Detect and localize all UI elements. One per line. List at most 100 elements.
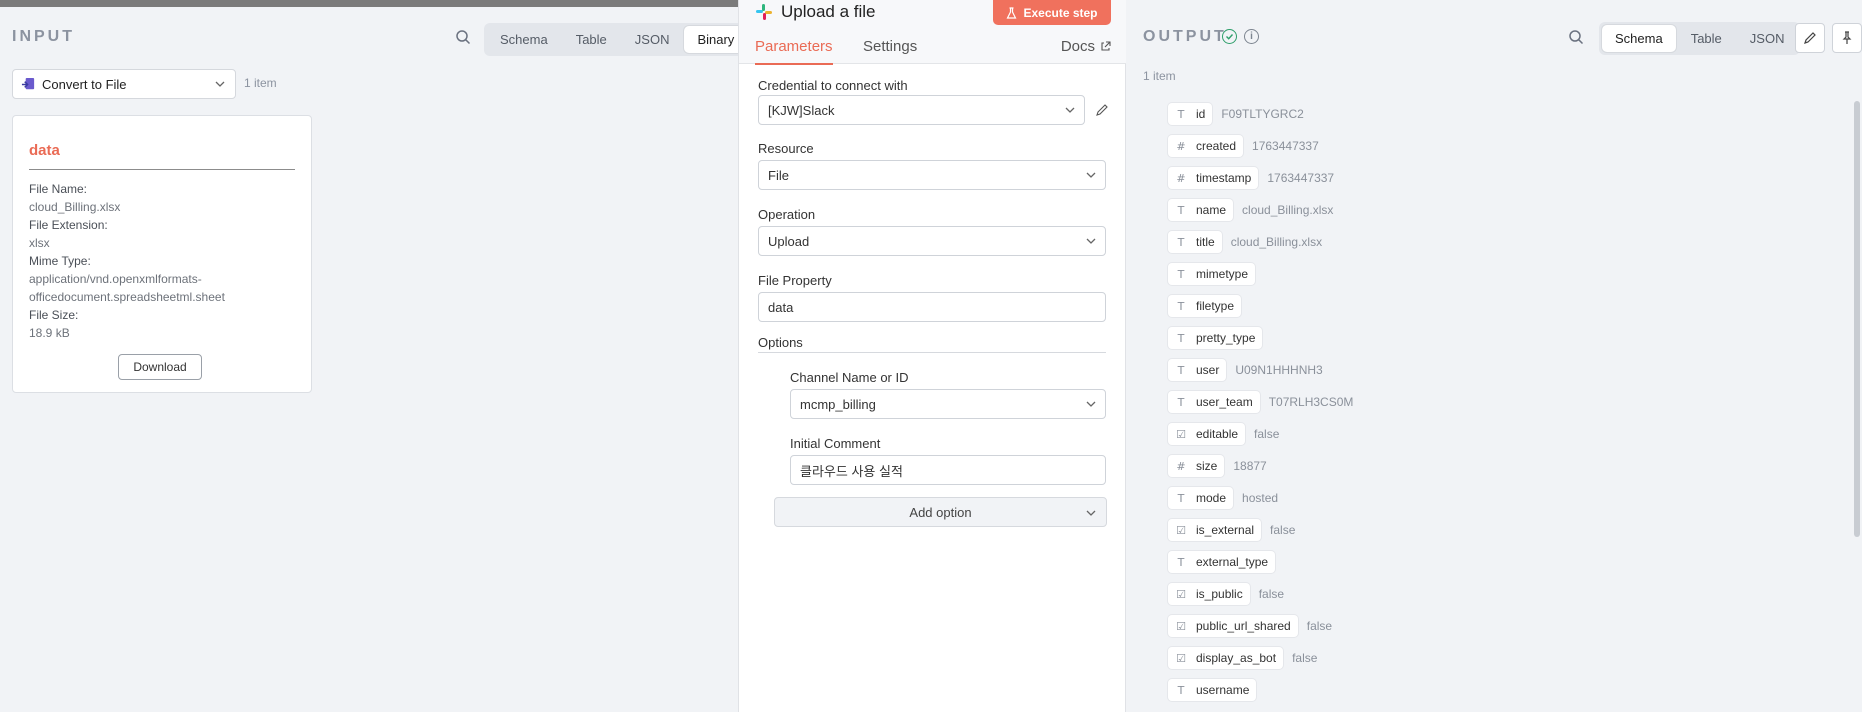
schema-row[interactable]: Texternal_type <box>1168 549 1284 575</box>
input-tab-table[interactable]: Table <box>563 26 620 53</box>
schema-row[interactable]: Tmimetype <box>1168 261 1264 287</box>
schema-field-pill[interactable]: Tusername <box>1168 679 1257 701</box>
add-option-label: Add option <box>909 504 972 520</box>
schema-field-pill[interactable]: # created <box>1168 135 1244 157</box>
edit-credential-icon[interactable] <box>1091 99 1113 121</box>
tab-settings[interactable]: Settings <box>863 38 917 63</box>
output-tab-schema[interactable]: Schema <box>1602 25 1676 52</box>
schema-field-key: size <box>1196 459 1218 473</box>
schema-row[interactable]: Tusername <box>1168 677 1265 703</box>
schema-row[interactable]: ☑ is_external false <box>1168 517 1295 543</box>
output-tab-json[interactable]: JSON <box>1737 25 1798 52</box>
schema-field-pill[interactable]: Texternal_type <box>1168 551 1276 573</box>
mime-type-label: Mime Type: <box>29 254 91 268</box>
schema-row[interactable]: Tfiletype <box>1168 293 1250 319</box>
schema-field-pill[interactable]: Tid <box>1168 103 1213 125</box>
output-scrollbar[interactable] <box>1854 101 1860 537</box>
schema-field-pill[interactable]: ☑ display_as_bot <box>1168 647 1284 669</box>
schema-field-key: created <box>1196 139 1237 153</box>
pencil-icon <box>1804 32 1816 44</box>
edit-output-button[interactable] <box>1795 23 1825 53</box>
schema-row[interactable]: Tuser U09N1HHHNH3 <box>1168 357 1323 383</box>
schema-row[interactable]: ☑ public_url_shared false <box>1168 613 1332 639</box>
search-icon[interactable] <box>1565 26 1587 48</box>
search-icon[interactable] <box>452 26 474 48</box>
schema-field-pill[interactable]: Tfiletype <box>1168 295 1242 317</box>
mime-type-value-1: application/vnd.openxmlformats- <box>29 272 202 286</box>
schema-field-value: 1763447337 <box>1252 139 1319 153</box>
schema-field-key: name <box>1196 203 1227 217</box>
schema-row[interactable]: Tpretty_type <box>1168 325 1271 351</box>
binary-data-card: data File Name: cloud_Billing.xlsx File … <box>12 115 312 393</box>
schema-field-key: mimetype <box>1196 267 1249 281</box>
comment-input[interactable]: 클라우드 사용 실적 <box>790 455 1106 485</box>
schema-row[interactable]: # size 18877 <box>1168 453 1267 479</box>
schema-field-value: false <box>1306 619 1333 633</box>
number-type-icon: # <box>1176 139 1186 153</box>
schema-field-key: user <box>1196 363 1220 377</box>
schema-field-value: cloud_Billing.xlsx <box>1230 235 1323 249</box>
schema-row[interactable]: Tname cloud_Billing.xlsx <box>1168 197 1333 223</box>
convert-file-icon <box>21 77 35 89</box>
pin-output-button[interactable] <box>1832 23 1862 53</box>
operation-select[interactable]: Upload <box>758 226 1106 256</box>
schema-field-value: T07RLH3CS0M <box>1268 395 1354 409</box>
schema-row[interactable]: Ttitle cloud_Billing.xlsx <box>1168 229 1322 255</box>
channel-select[interactable]: mcmp_billing <box>790 389 1106 419</box>
schema-row[interactable]: ☑ editable false <box>1168 421 1279 447</box>
schema-field-pill[interactable]: Tuser <box>1168 359 1227 381</box>
chevron-down-icon <box>1086 510 1096 516</box>
docs-label: Docs <box>1060 38 1095 55</box>
resource-select[interactable]: File <box>758 160 1106 190</box>
schema-field-pill[interactable]: # timestamp <box>1168 167 1259 189</box>
schema-field-pill[interactable]: Tname <box>1168 199 1234 221</box>
input-tab-schema[interactable]: Schema <box>487 26 561 53</box>
schema-field-pill[interactable]: ☑ is_public <box>1168 583 1250 605</box>
file-property-value: data <box>768 299 794 315</box>
output-tab-table[interactable]: Table <box>1678 25 1735 52</box>
credential-select[interactable]: [KJW]Slack <box>758 95 1085 125</box>
tab-parameters[interactable]: Parameters <box>755 38 833 65</box>
boolean-type-icon: ☑ <box>1176 619 1186 633</box>
schema-row[interactable]: Tmode hosted <box>1168 485 1278 511</box>
string-type-icon: T <box>1177 683 1185 697</box>
info-icon[interactable]: i <box>1244 29 1259 44</box>
input-node-select-label: Convert to File <box>42 76 127 92</box>
schema-row[interactable]: # created 1763447337 <box>1168 133 1319 159</box>
pin-icon <box>1842 31 1852 44</box>
schema-field-pill[interactable]: # size <box>1168 455 1225 477</box>
schema-row[interactable]: # timestamp 1763447337 <box>1168 165 1334 191</box>
input-view-tabs: Schema Table JSON Binary <box>484 23 751 56</box>
number-type-icon: # <box>1176 459 1186 473</box>
schema-row[interactable]: Tid F09TLTYGRC2 <box>1168 101 1304 127</box>
execute-step-button[interactable]: Execute step <box>993 0 1111 25</box>
add-option-button[interactable]: Add option <box>774 497 1107 527</box>
schema-row[interactable]: ☑ is_public false <box>1168 581 1284 607</box>
file-property-label: File Property <box>758 273 832 288</box>
schema-field-pill[interactable]: Tuser_team <box>1168 391 1260 413</box>
schema-field-pill[interactable]: Tmimetype <box>1168 263 1256 285</box>
schema-field-pill[interactable]: ☑ public_url_shared <box>1168 615 1298 637</box>
schema-field-pill[interactable]: Tpretty_type <box>1168 327 1263 349</box>
schema-field-value: hosted <box>1242 491 1279 505</box>
number-type-icon: # <box>1176 171 1186 185</box>
schema-field-pill[interactable]: Ttitle <box>1168 231 1222 253</box>
file-property-input[interactable]: data <box>758 292 1106 322</box>
schema-row[interactable]: ☑ display_as_bot false <box>1168 645 1317 671</box>
docs-link[interactable]: Docs <box>1061 38 1111 55</box>
input-node-select[interactable]: Convert to File <box>12 69 236 99</box>
schema-field-pill[interactable]: ☑ is_external <box>1168 519 1262 541</box>
binary-meta: File Name: cloud_Billing.xlsx File Exten… <box>29 180 295 342</box>
node-title-text: Upload a file <box>781 2 876 21</box>
node-settings-panel: Upload a file Execute step Parameters Se… <box>738 0 1127 712</box>
input-tab-json[interactable]: JSON <box>622 26 683 53</box>
string-type-icon: T <box>1177 331 1185 345</box>
schema-field-pill[interactable]: Tmode <box>1168 487 1234 509</box>
input-panel: INPUT Schema Table JSON Binary Convert t… <box>0 7 751 712</box>
schema-field-pill[interactable]: ☑ editable <box>1168 423 1246 445</box>
schema-field-value: false <box>1254 427 1280 441</box>
download-button[interactable]: Download <box>118 354 202 380</box>
file-extension-value: xlsx <box>29 236 50 250</box>
operation-label: Operation <box>758 207 816 222</box>
schema-row[interactable]: Tuser_team T07RLH3CS0M <box>1168 389 1353 415</box>
